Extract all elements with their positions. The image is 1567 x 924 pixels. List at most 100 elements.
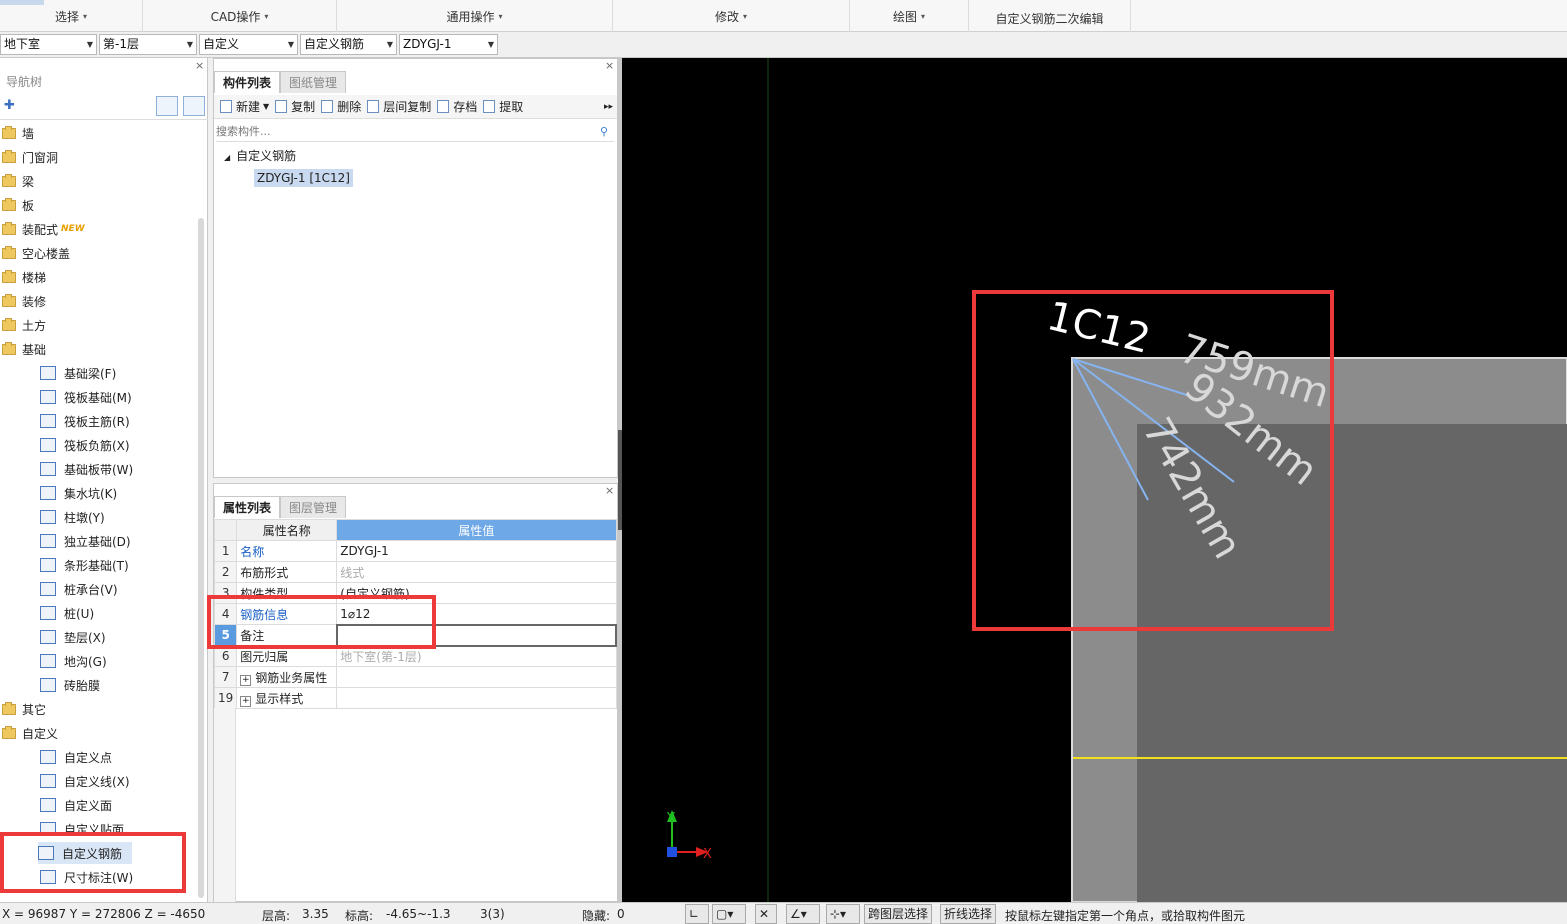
property-value-name[interactable]: ZDYGJ-1: [336, 540, 617, 562]
tree-folder-prefab[interactable]: 装配式 NEW: [2, 218, 85, 240]
chevron-down-icon: ▼: [487, 40, 494, 49]
tree-folder-earthwork[interactable]: 土方: [2, 314, 46, 336]
ribbon-group-draw[interactable]: 绘图 ▾: [850, 0, 969, 32]
tree-item-pile[interactable]: 桩(U): [40, 602, 94, 624]
ribbon-group-common[interactable]: 通用操作 ▾: [337, 0, 613, 32]
extract-button[interactable]: 提取: [483, 98, 523, 115]
tree-item-custom-rebar[interactable]: 自定义钢筋: [38, 842, 133, 864]
search-icon[interactable]: ⚲: [600, 122, 608, 142]
table-row[interactable]: 2 布筋形式 线式: [213, 561, 617, 583]
tree-folder-beam[interactable]: 梁: [2, 170, 34, 192]
tree-folder-wall[interactable]: 墙: [2, 122, 34, 144]
table-row[interactable]: 6 图元归属 地下室(第-1层): [213, 645, 617, 667]
tree-item-cushion[interactable]: 垫层(X): [40, 626, 106, 648]
close-icon[interactable]: ×: [195, 59, 204, 72]
table-row[interactable]: 1 名称 ZDYGJ-1: [213, 540, 617, 562]
tab-layer-management[interactable]: 图层管理: [280, 496, 347, 518]
tree-folder-decoration[interactable]: 装修: [2, 290, 46, 312]
category-select[interactable]: 自定义 ▼: [199, 34, 298, 55]
table-row[interactable]: 5 备注: [213, 623, 618, 647]
tree-item-isolated-foundation[interactable]: 独立基础(D): [40, 530, 131, 552]
table-row[interactable]: 3 构件类型 (自定义钢筋): [213, 582, 617, 604]
angle-icon[interactable]: ∠▾: [786, 904, 820, 924]
component-tree-item[interactable]: ZDYGJ-1 [1C12]: [254, 169, 353, 187]
x-axis-label: X: [703, 847, 712, 862]
offset-icon[interactable]: ⊹▾: [826, 904, 860, 924]
custom-facing-icon: [40, 822, 56, 836]
expand-plus-icon[interactable]: +: [240, 695, 252, 707]
tree-item-custom-surface[interactable]: 自定义面: [40, 794, 112, 816]
tree-folder-custom[interactable]: 自定义: [2, 722, 58, 744]
expand-arrow-icon[interactable]: ◢: [224, 153, 230, 162]
expand-plus-icon[interactable]: +: [240, 674, 252, 686]
archive-button[interactable]: 存档: [437, 98, 477, 115]
floor-select[interactable]: 第-1层 ▼: [99, 34, 197, 55]
property-value-remark[interactable]: [335, 623, 618, 647]
ribbon-group-select[interactable]: 选择 ▾: [0, 0, 143, 32]
property-value-belongs[interactable]: 地下室(第-1层): [336, 645, 617, 667]
tree-item-dimension[interactable]: 尺寸标注(W): [40, 866, 133, 888]
cross-layer-select-button[interactable]: 跨图层选择: [864, 904, 933, 924]
ribbon-group-modify[interactable]: 修改 ▾: [613, 0, 850, 32]
nav-scrollbar[interactable]: [198, 218, 204, 898]
ribbon-group-cad[interactable]: CAD操作 ▾: [143, 0, 337, 32]
tab-drawing-management[interactable]: 图纸管理: [280, 71, 347, 93]
component-select[interactable]: ZDYGJ-1 ▼: [399, 34, 498, 55]
new-button[interactable]: 新建 ▼: [220, 98, 269, 115]
tree-folder-doors-windows[interactable]: 门窗洞: [2, 146, 58, 168]
tree-item-sump-pit[interactable]: 集水坑(K): [40, 482, 117, 504]
delete-icon: [321, 100, 334, 113]
component-tree-root[interactable]: ◢ 自定义钢筋: [224, 147, 296, 164]
ortho-icon[interactable]: ∟: [685, 904, 709, 924]
close-icon[interactable]: ×: [605, 59, 614, 72]
copy-button[interactable]: 复制: [275, 98, 315, 115]
table-row[interactable]: 19 + 显示样式: [213, 687, 617, 709]
grid-view-icon[interactable]: [183, 96, 205, 116]
delete-button[interactable]: 删除: [321, 98, 361, 115]
tree-folder-other[interactable]: 其它: [2, 698, 46, 720]
tree-item-brick-mold[interactable]: 砖胎膜: [40, 674, 100, 696]
origin-icon: [667, 847, 677, 857]
tree-item-pile-cap[interactable]: 桩承台(V): [40, 578, 118, 600]
tree-folder-slab[interactable]: 板: [2, 194, 34, 216]
list-view-icon[interactable]: [156, 96, 178, 116]
floor-copy-button[interactable]: 层间复制: [367, 98, 431, 115]
tree-folder-stairs[interactable]: 楼梯: [2, 266, 46, 288]
tab-property-list[interactable]: 属性列表: [214, 496, 281, 518]
property-value-type[interactable]: (自定义钢筋): [336, 582, 617, 604]
tree-folder-hollow-floor[interactable]: 空心楼盖: [2, 242, 70, 264]
status-elevation-label: 标高:: [345, 909, 374, 923]
cross-icon[interactable]: ✕: [755, 904, 777, 924]
tree-item-custom-line[interactable]: 自定义线(X): [40, 770, 130, 792]
tree-item-trench[interactable]: 地沟(G): [40, 650, 107, 672]
tree-item-raft-main-rebar[interactable]: 筏板主筋(R): [40, 410, 130, 432]
close-icon[interactable]: ×: [605, 484, 614, 497]
folder-icon: [2, 317, 16, 331]
tree-item-raft-negative-rebar[interactable]: 筏板负筋(X): [40, 434, 130, 456]
property-value-layout[interactable]: 线式: [336, 561, 617, 583]
tab-component-list[interactable]: 构件列表: [214, 71, 281, 93]
property-value-rebar-info[interactable]: 1⌀12: [336, 603, 617, 625]
ribbon-group-custom-rebar-edit[interactable]: 自定义钢筋二次编辑: [969, 0, 1131, 32]
folder-icon: [2, 725, 16, 739]
type-select[interactable]: 自定义钢筋 ▼: [300, 34, 397, 55]
tree-item-raft-foundation[interactable]: 筏板基础(M): [40, 386, 132, 408]
tree-item-custom-point[interactable]: 自定义点: [40, 746, 112, 768]
table-row[interactable]: 4 钢筋信息 1⌀12: [213, 603, 617, 625]
component-search-input[interactable]: 搜索构件... ⚲: [216, 122, 614, 142]
floor-type-select[interactable]: 地下室 ▼: [0, 34, 97, 55]
strip-foundation-icon: [40, 558, 56, 572]
tree-folder-foundation[interactable]: 基础: [2, 338, 46, 360]
snap-icon[interactable]: ▢▾: [712, 904, 746, 924]
more-icon[interactable]: ▸▸: [604, 102, 613, 112]
tree-item-custom-facing[interactable]: 自定义贴面: [40, 818, 124, 840]
tree-item-column-pier[interactable]: 柱墩(Y): [40, 506, 105, 528]
polyline-select-button[interactable]: 折线选择: [940, 904, 997, 924]
table-row[interactable]: 7 + 钢筋业务属性: [213, 666, 617, 688]
tree-item-foundation-beam[interactable]: 基础梁(F): [40, 362, 116, 384]
tree-item-strip-foundation[interactable]: 条形基础(T): [40, 554, 129, 576]
raft-negative-rebar-icon: [40, 438, 56, 452]
drawing-canvas[interactable]: 1C12 759mm 932mm 742mm Y X: [622, 58, 1567, 902]
tree-item-foundation-strip[interactable]: 基础板带(W): [40, 458, 133, 480]
add-icon[interactable]: ✚: [4, 98, 15, 113]
